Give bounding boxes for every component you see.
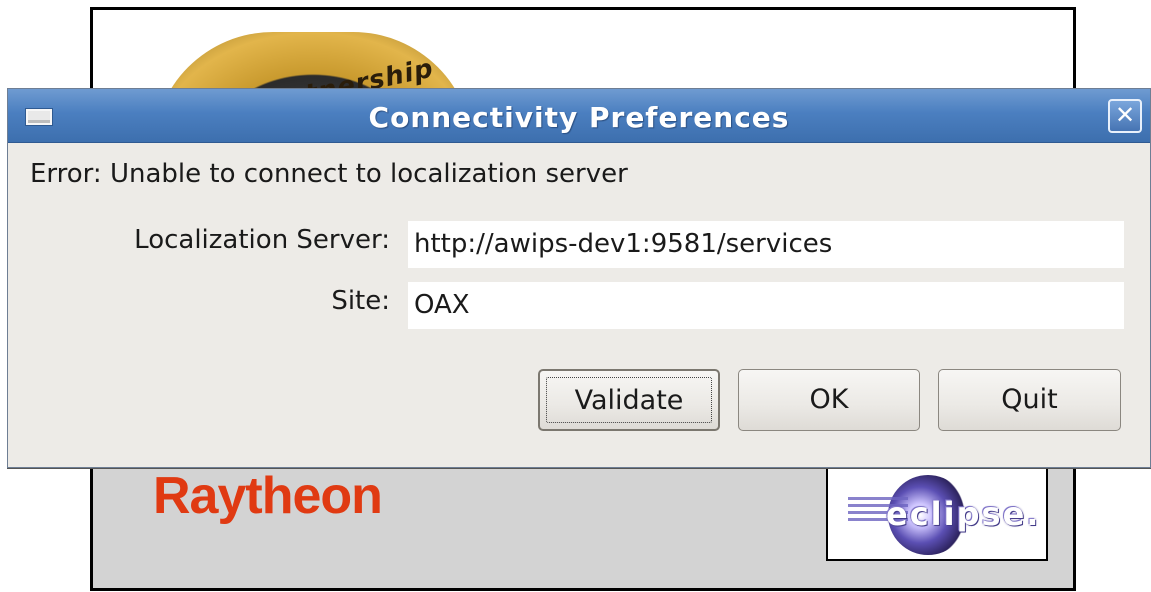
ok-button-label: OK bbox=[809, 384, 849, 415]
localization-server-label: Localization Server: bbox=[134, 225, 390, 255]
validate-button[interactable]: Validate bbox=[538, 369, 720, 431]
focus-ring bbox=[546, 377, 712, 423]
quit-button[interactable]: Quit bbox=[938, 369, 1121, 431]
eclipse-logo: eclipse. bbox=[848, 475, 1041, 555]
dialog-titlebar[interactable]: Connectivity Preferences ✕ bbox=[8, 89, 1150, 143]
close-button[interactable]: ✕ bbox=[1108, 99, 1142, 133]
quit-button-label: Quit bbox=[1001, 384, 1058, 415]
localization-server-input[interactable] bbox=[408, 221, 1124, 268]
site-input[interactable] bbox=[408, 282, 1124, 329]
close-icon: ✕ bbox=[1114, 101, 1136, 129]
connectivity-preferences-dialog: Connectivity Preferences ✕ Error: Unable… bbox=[7, 88, 1151, 468]
eclipse-logo-box: eclipse. bbox=[826, 465, 1048, 561]
dialog-title: Connectivity Preferences bbox=[368, 101, 790, 134]
error-message: Error: Unable to connect to localization… bbox=[30, 159, 628, 189]
eclipse-logo-text: eclipse. bbox=[886, 495, 1041, 533]
site-label: Site: bbox=[331, 286, 390, 316]
ok-button[interactable]: OK bbox=[738, 369, 920, 431]
raytheon-logo: Raytheon bbox=[153, 467, 383, 525]
